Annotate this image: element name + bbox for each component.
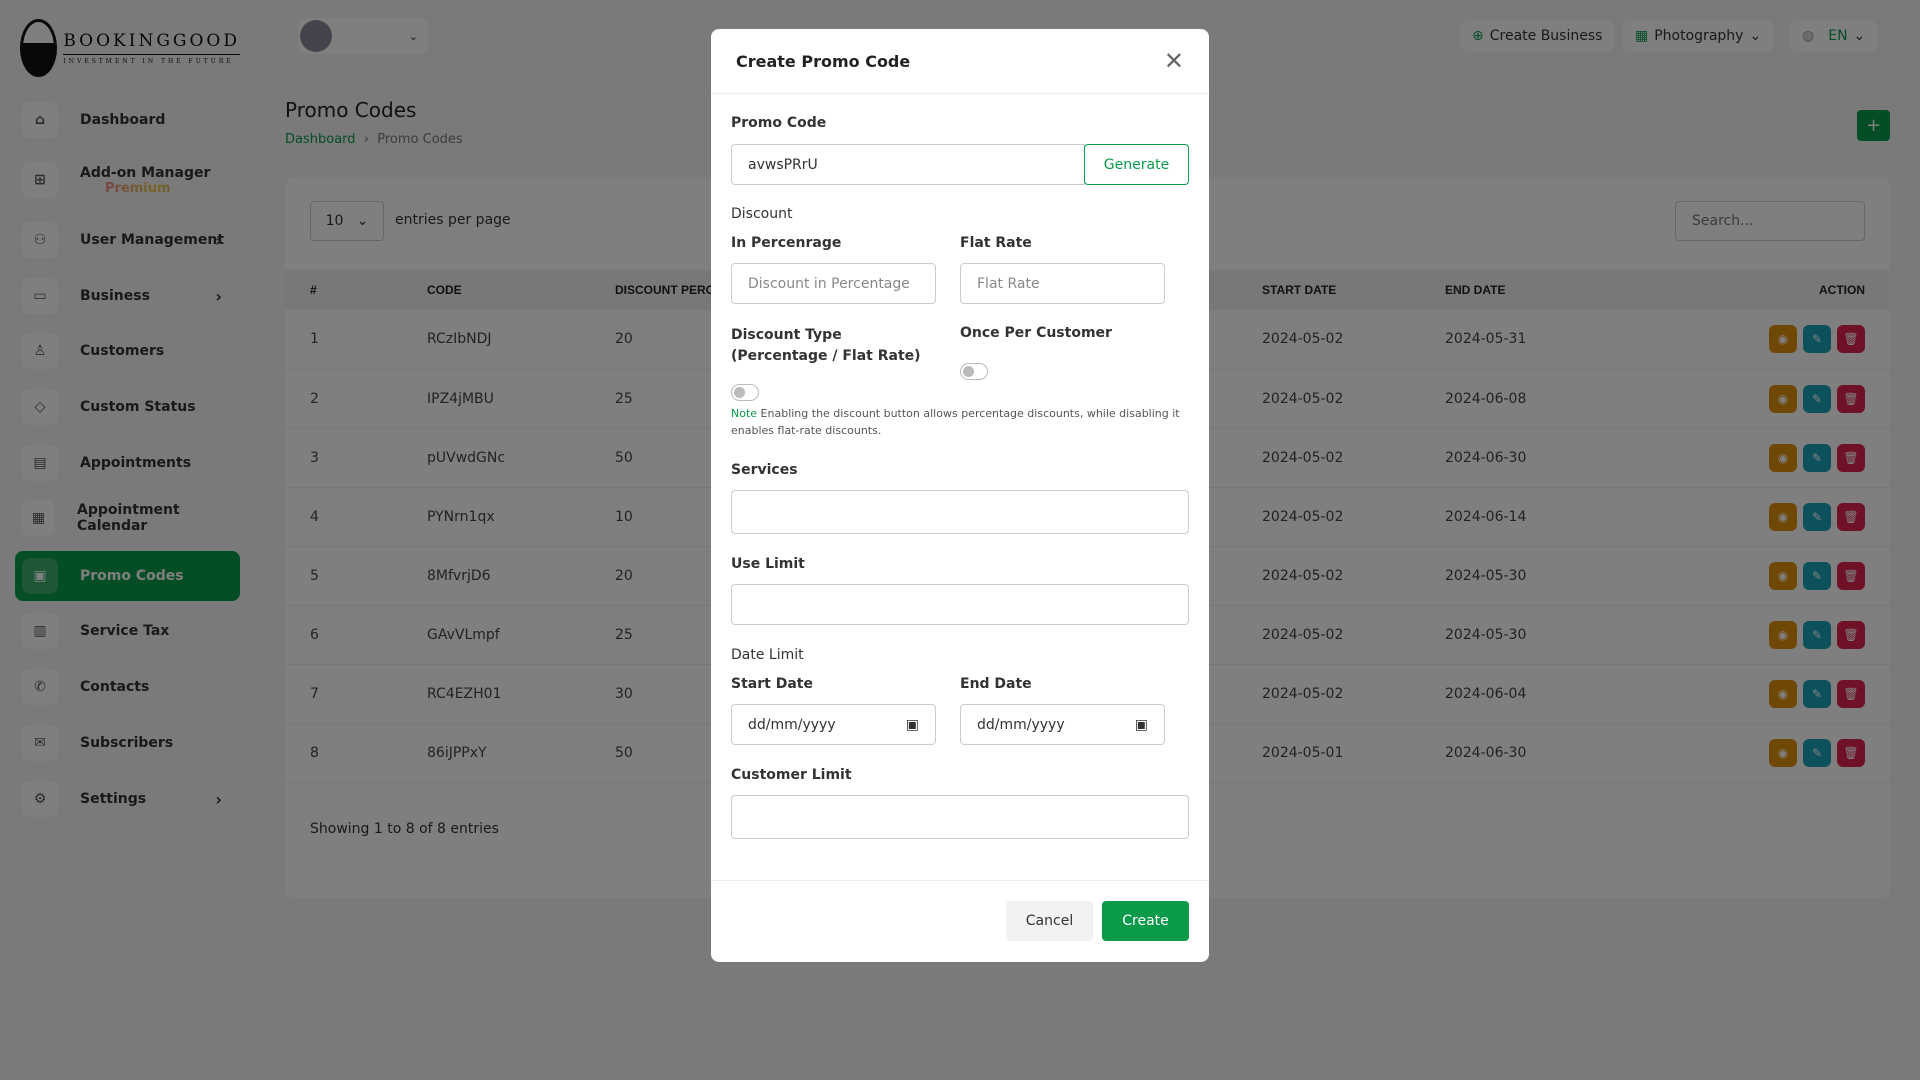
start-date-input[interactable]: dd/mm/yyyy ▣ — [731, 704, 936, 745]
promo-code-input[interactable] — [731, 144, 1085, 185]
end-date-input[interactable]: dd/mm/yyyy ▣ — [960, 704, 1165, 745]
discount-note: Note Enabling the discount button allows… — [731, 405, 1181, 439]
percentage-input[interactable] — [731, 263, 936, 304]
date-limit-heading: Date Limit — [731, 647, 804, 663]
modal-title: Create Promo Code — [736, 51, 911, 71]
discount-type-label: Discount Type (Percentage / Flat Rate) — [731, 327, 921, 364]
customer-limit-input[interactable] — [731, 795, 1189, 839]
flat-rate-input[interactable] — [960, 263, 1165, 304]
discount-heading: Discount — [731, 206, 793, 222]
once-per-customer-label: Once Per Customer — [960, 325, 1112, 341]
discount-type-toggle[interactable] — [731, 384, 759, 401]
modal-footer-divider — [711, 880, 1209, 881]
start-date-label: Start Date — [731, 676, 813, 692]
generate-button[interactable]: Generate — [1084, 144, 1189, 185]
flat-rate-label: Flat Rate — [960, 235, 1032, 251]
create-button[interactable]: Create — [1102, 901, 1189, 941]
promo-code-label: Promo Code — [731, 115, 827, 131]
cancel-button[interactable]: Cancel — [1006, 901, 1093, 941]
services-input[interactable] — [731, 490, 1189, 534]
close-icon[interactable]: ✕ — [1164, 47, 1184, 75]
calendar-icon[interactable]: ▣ — [1135, 717, 1148, 733]
use-limit-input[interactable] — [731, 584, 1189, 625]
end-date-label: End Date — [960, 676, 1032, 692]
customer-limit-label: Customer Limit — [731, 767, 852, 783]
note-prefix: Note — [731, 407, 758, 420]
services-label: Services — [731, 462, 798, 478]
end-date-placeholder: dd/mm/yyyy — [977, 716, 1065, 733]
use-limit-label: Use Limit — [731, 556, 805, 572]
create-promo-modal: Create Promo Code ✕ Promo Code Generate D… — [711, 29, 1209, 962]
percentage-label: In Percenrage — [731, 235, 842, 251]
calendar-icon[interactable]: ▣ — [906, 717, 919, 733]
start-date-placeholder: dd/mm/yyyy — [748, 716, 836, 733]
note-text: Enabling the discount button allows perc… — [731, 407, 1180, 437]
once-per-customer-toggle[interactable] — [960, 363, 988, 380]
